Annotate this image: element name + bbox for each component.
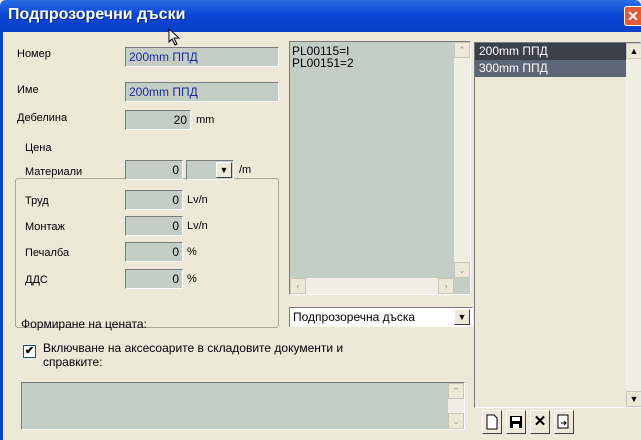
dds-field[interactable]: 0 [125, 269, 183, 289]
export-button[interactable] [554, 410, 574, 434]
pechalba-unit: % [187, 246, 197, 258]
dds-label: ДДС [25, 274, 48, 286]
trud-unit: Lv/n [187, 194, 208, 206]
horizontal-scrollbar[interactable]: ‹ › [290, 278, 454, 294]
price-group-label: Цена [23, 142, 54, 154]
scrollbar[interactable]: ▲ ▼ [626, 43, 641, 407]
include-label-line1: Включване на аксесоарите в складовите до… [43, 341, 344, 355]
delete-button[interactable]: ✕ [530, 410, 550, 434]
materiali-label: Материали [25, 166, 83, 178]
ime-field[interactable]: 200mm ППД [125, 82, 279, 102]
title-bar[interactable]: Подпрозоречни дъски ✕ [0, 0, 641, 32]
notes-textarea[interactable]: ⌃ ⌄ [21, 382, 465, 430]
include-label-line2: справките: [43, 355, 103, 369]
montazh-unit: Lv/n [187, 220, 208, 232]
dds-unit: % [187, 273, 197, 285]
debelina-field[interactable]: 20 [125, 110, 191, 130]
new-file-icon [486, 414, 498, 430]
scroll-left-icon[interactable]: ‹ [290, 278, 306, 294]
ime-label: Име [17, 84, 39, 96]
trud-field[interactable]: 0 [125, 190, 183, 210]
scrollbar[interactable]: ⌃ ⌄ [448, 383, 464, 429]
scroll-up-icon[interactable]: ⌃ [454, 42, 470, 58]
montazh-field[interactable]: 0 [125, 216, 183, 236]
debelina-unit: mm [196, 114, 215, 126]
formation-select[interactable]: Подпрозоречна дъска [289, 307, 473, 327]
new-button[interactable] [482, 410, 502, 434]
items-listbox[interactable]: 200mm ППД 300mm ППД ▲ ▼ [474, 42, 641, 408]
scroll-right-icon[interactable]: › [438, 278, 454, 294]
window-title: Подпрозоречни дъски [8, 6, 186, 23]
close-button[interactable]: ✕ [624, 6, 641, 26]
scrollbar[interactable]: ⌃ ⌄ [454, 42, 470, 278]
pechalba-label: Печалба [25, 247, 70, 259]
codes-listbox[interactable]: PL00115=I PL00151=2 ⌃ ⌄ ‹ › [289, 41, 471, 295]
formation-label: Формиране на цената: [21, 317, 147, 331]
scroll-down-icon[interactable]: ⌄ [454, 262, 470, 278]
nomer-field[interactable]: 200mm ППД [125, 47, 279, 67]
save-button[interactable] [506, 410, 526, 434]
list-item[interactable]: PL00115=I [290, 42, 470, 57]
scroll-up-icon[interactable]: ⌃ [448, 383, 464, 399]
trud-label: Труд [25, 195, 49, 207]
scroll-down-icon[interactable]: ⌄ [448, 413, 464, 429]
save-icon [510, 416, 522, 428]
delete-icon: ✕ [533, 413, 547, 430]
materiali-field[interactable]: 0 [125, 160, 183, 180]
chevron-down-icon[interactable]: ▼ [216, 162, 232, 178]
list-item[interactable]: 300mm ППД [475, 60, 640, 77]
chevron-down-icon[interactable]: ▼ [454, 309, 470, 325]
scroll-up-icon[interactable]: ▲ [626, 43, 641, 59]
debelina-label: Дебелина [17, 112, 68, 124]
montazh-label: Монтаж [25, 221, 65, 233]
list-item[interactable]: PL00151=2 [290, 57, 470, 69]
include-checkbox[interactable]: ✔ [23, 345, 36, 358]
nomer-label: Номер [17, 48, 51, 60]
export-icon [557, 414, 569, 429]
materiali-unit: /m [239, 164, 252, 176]
list-item[interactable]: 200mm ППД [475, 43, 640, 60]
pechalba-field[interactable]: 0 [125, 242, 183, 262]
scroll-down-icon[interactable]: ▼ [626, 391, 641, 407]
